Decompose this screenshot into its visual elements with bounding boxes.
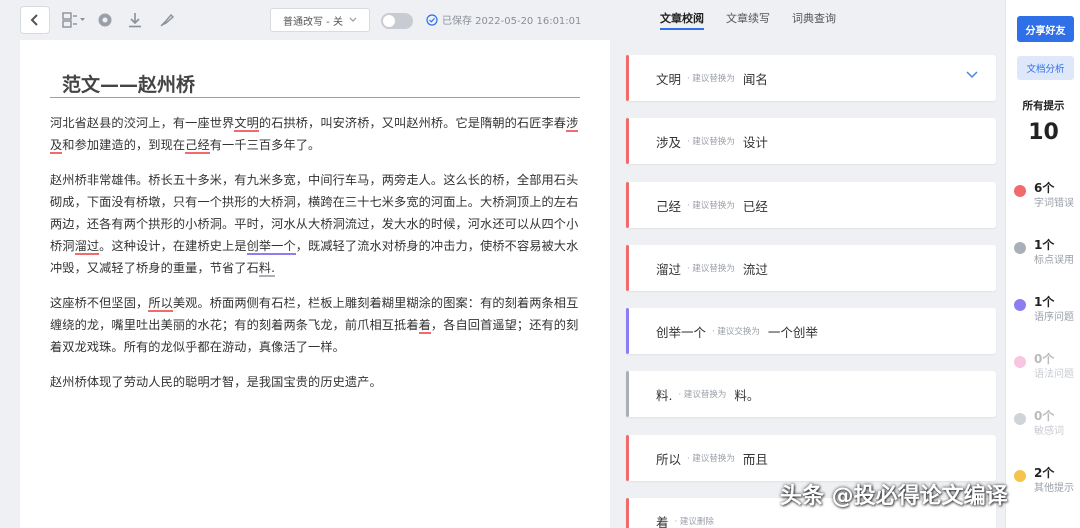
tab-bar: 文章校阅 文章续写 词典查询: [660, 10, 836, 30]
suggestion-card[interactable]: 己经 · 建议替换为 已经: [626, 182, 996, 228]
purple-dot-icon: [1014, 299, 1026, 311]
error-mark[interactable]: 着: [418, 318, 431, 334]
document-editor[interactable]: 范文——赵州桥 河北省赵县的洨河上，有一座世界文明的石拱桥，叫安济桥，又叫赵州桥…: [20, 40, 610, 528]
suggestion-card[interactable]: 所以 · 建议替换为 而且: [626, 435, 996, 481]
suggestion-hint: · 建议删除: [674, 517, 714, 527]
document-analysis-button[interactable]: 文档分析: [1017, 56, 1074, 80]
suggestion-original: 着: [656, 514, 669, 528]
suggestion-card[interactable]: 料. · 建议替换为 料。: [626, 371, 996, 417]
suggestion-original: 文明: [656, 71, 682, 87]
chevron-down-icon: [349, 17, 357, 22]
suggestion-replacement[interactable]: 闻名: [743, 69, 768, 88]
tab-continue[interactable]: 文章续写: [726, 10, 770, 30]
rewrite-mode-label: 普通改写 - 关: [283, 16, 343, 28]
suggestion-replacement[interactable]: 一个创举: [768, 322, 818, 341]
rewrite-mode-select[interactable]: 普通改写 - 关: [270, 8, 370, 32]
suggestion-hint: · 建议替换为: [678, 390, 727, 400]
suggestion-replacement[interactable]: 流过: [743, 259, 768, 278]
top-toolbar: 普通改写 - 关 已保存 2022-05-20 16:01:01 文章校阅 文章…: [0, 0, 1005, 40]
chevron-left-icon: [30, 14, 38, 26]
error-mark[interactable]: 文明: [234, 116, 259, 132]
all-hints-count: 10: [1028, 120, 1059, 145]
suggestion-hint: · 建议替换为: [687, 201, 735, 211]
document-title[interactable]: 范文——赵州桥: [50, 70, 580, 98]
chevron-down-icon[interactable]: [966, 71, 978, 79]
saved-text: 已保存 2022-05-20 16:01:01: [442, 16, 582, 27]
suggestion-card[interactable]: 文明 · 建议替换为 闻名: [626, 55, 996, 101]
suggestion-card[interactable]: 涉及 · 建议替换为 设计: [626, 118, 996, 164]
paragraph-2: 赵州桥非常雄伟。桥长五十多米，有九米多宽，中间行车马，两旁走人。这么长的桥，全部…: [50, 173, 579, 277]
punctuation-mark[interactable]: 料.: [258, 261, 276, 277]
suggestion-card[interactable]: 创举一个 · 建议交换为 一个创举: [626, 308, 996, 354]
suggestion-original: 料.: [656, 387, 673, 403]
tab-dictionary[interactable]: 词典查询: [792, 10, 836, 30]
yellow-dot-icon: [1014, 470, 1026, 482]
suggestion-card[interactable]: 溜过 · 建议替换为 流过: [626, 245, 996, 291]
suggestion-original: 所以: [656, 451, 682, 467]
suggestion-replacement[interactable]: 而且: [743, 449, 768, 468]
suggestion-hint: · 建议替换为: [687, 74, 735, 84]
word-order-mark[interactable]: 创举一个: [246, 239, 296, 255]
tab-proofread[interactable]: 文章校阅: [660, 10, 704, 30]
error-mark[interactable]: 所以: [148, 296, 173, 312]
paragraph-4: 赵州桥体现了劳动人民的聪明才智，是我国宝贵的历史遗产。: [50, 375, 382, 389]
all-hints-label: 所有提示: [1022, 100, 1065, 112]
error-mark[interactable]: 溜过: [74, 239, 100, 255]
suggestion-original: 己经: [656, 198, 682, 214]
suggestion-hint: · 建议替换为: [687, 264, 735, 274]
save-status: 已保存 2022-05-20 16:01:01: [426, 12, 581, 27]
suggestion-hint: · 建议替换为: [687, 454, 735, 464]
suggestion-hint: · 建议替换为: [687, 137, 735, 147]
document-body[interactable]: 河北省赵县的洨河上，有一座世界文明的石拱桥，叫安济桥，又叫赵州桥。它是隋朝的石匠…: [50, 112, 580, 406]
pink-check-icon: [1014, 356, 1026, 368]
back-button[interactable]: [20, 6, 50, 34]
suggestion-replacement[interactable]: 料。: [734, 385, 759, 404]
brush-icon[interactable]: [157, 10, 177, 30]
check-circle-icon: [426, 13, 438, 26]
watermark: 头条 @投必得论文编译: [780, 484, 1008, 509]
gray-check-icon: [1014, 413, 1026, 425]
suggestion-hint: · 建议交换为: [712, 327, 760, 337]
suggestion-original: 溜过: [656, 261, 682, 277]
suggestion-replacement[interactable]: 设计: [743, 132, 768, 151]
gray-dot-icon: [1014, 242, 1026, 254]
suggestion-original: 涉及: [656, 134, 682, 150]
red-dot-icon: [1014, 185, 1026, 197]
share-button[interactable]: 分享好友: [1017, 16, 1074, 42]
download-icon[interactable]: [125, 10, 145, 30]
layout-icon[interactable]: [62, 10, 86, 30]
suggestion-original: 创举一个: [656, 324, 707, 340]
suggestion-replacement[interactable]: 已经: [743, 196, 768, 215]
right-sidebar: 分享好友 文档分析 所有提示 10 6个 字词错误 1个 标点误用 1个 语序问…: [1005, 0, 1080, 528]
paragraph-1: 河北省赵县的洨河上，有一座世界文明的石拱桥，叫安济桥，又叫赵州桥。它是隋朝的石匠…: [50, 116, 579, 154]
error-mark[interactable]: 己经: [185, 138, 210, 154]
rewrite-toggle[interactable]: [381, 13, 413, 29]
paragraph-3: 这座桥不但坚固，所以美观。桥面两侧有石栏，栏板上雕刻着糊里糊涂的图案：有的刻着两…: [50, 296, 579, 354]
settings-icon[interactable]: [95, 10, 115, 30]
